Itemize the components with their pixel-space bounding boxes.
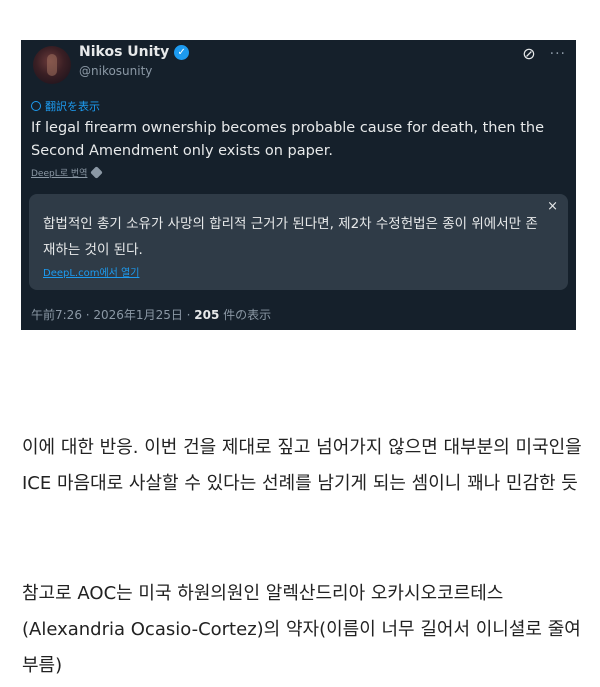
translate-icon (31, 101, 41, 111)
tweet-card[interactable]: Nikos Unity ✓ @nikosunity ⊘ ··· 翻訳を表示 If… (21, 40, 576, 330)
tweet-timestamp[interactable]: 午前7:26 · 2026年1月25日 · (31, 308, 194, 322)
translation-text: 합법적인 총기 소유가 사망의 합리적 근거가 된다면, 제2차 수정헌법은 종… (43, 216, 538, 258)
avatar[interactable] (33, 46, 71, 84)
verified-badge-icon: ✓ (174, 44, 190, 60)
paragraph-reaction: 이에 대한 반응. 이번 건을 제대로 짚고 넘어가지 않으면 대부분의 미국인… (22, 437, 582, 494)
display-name[interactable]: Nikos Unity (79, 44, 169, 60)
view-label: 件の表示 (219, 308, 272, 322)
open-in-deepl-link[interactable]: DeepL.com에서 열기 (43, 264, 139, 279)
paragraph-aoc-note: 참고로 AOC는 미국 하원의원인 알렉산드리아 오카시오코르테스(Alexan… (22, 583, 581, 676)
view-count: 205 (194, 308, 220, 322)
more-icon[interactable]: ··· (550, 46, 566, 62)
handle[interactable]: @nikosunity (79, 64, 152, 78)
deepl-logo-icon (90, 166, 104, 179)
tweet-actions: ⊘ ··· (522, 44, 566, 63)
author-row: Nikos Unity ✓ (79, 44, 190, 60)
show-translation-link[interactable]: 翻訳を表示 (31, 98, 100, 114)
tweet-text: If legal firearm ownership becomes proba… (31, 120, 545, 159)
grok-icon[interactable]: ⊘ (522, 44, 535, 63)
show-translation-label: 翻訳を表示 (45, 100, 100, 113)
deepl-translate-label: DeepL로 번역 (31, 169, 88, 179)
tweet-meta: 午前7:26 · 2026年1月25日 · 205 件の表示 (31, 306, 271, 323)
deepl-translate-link[interactable]: DeepL로 번역 (31, 166, 104, 179)
translation-box: × 합법적인 총기 소유가 사망의 합리적 근거가 된다면, 제2차 수정헌법은… (29, 194, 568, 290)
